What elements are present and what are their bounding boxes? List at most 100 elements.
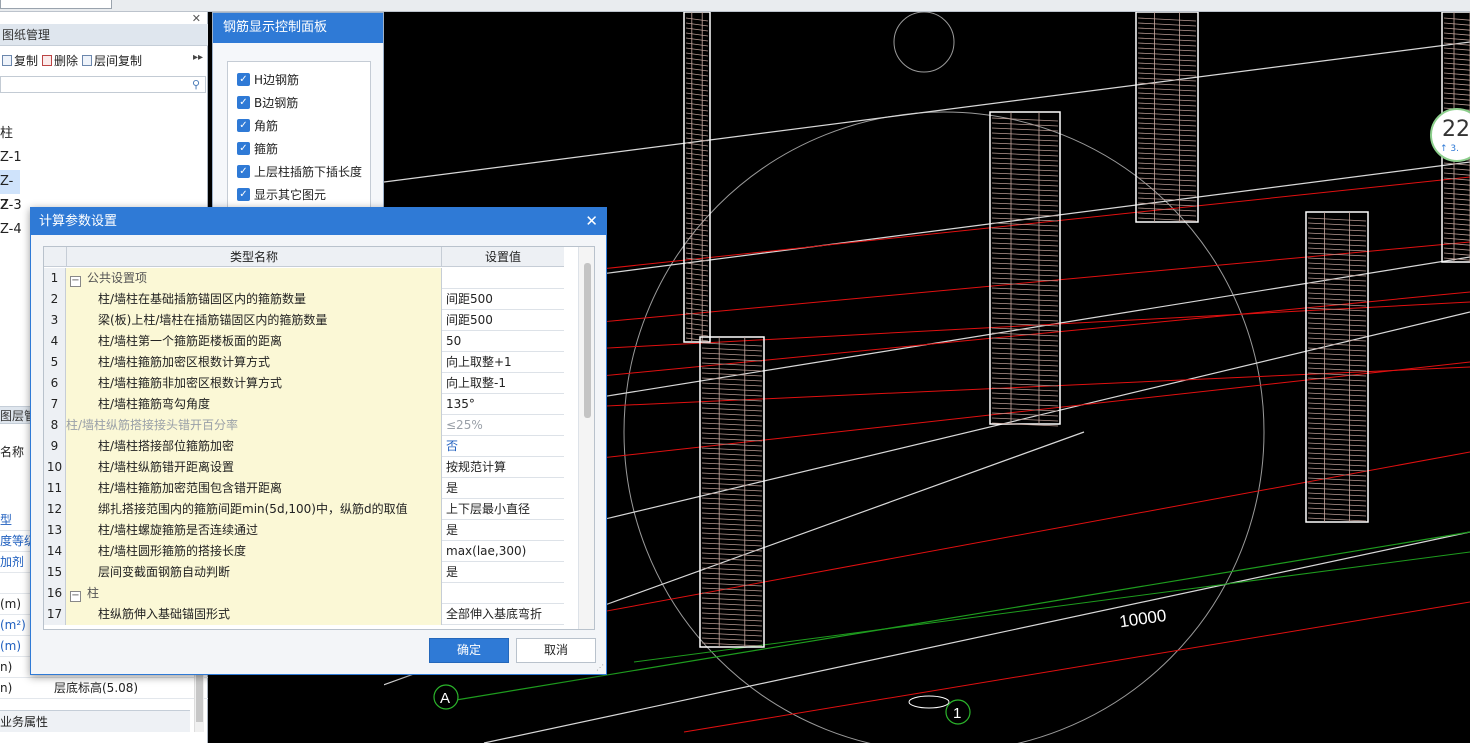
row-value[interactable]: 间距500 <box>442 310 564 331</box>
row-value[interactable]: 否 <box>442 436 564 457</box>
property-value[interactable]: 层底标高(5.08) <box>54 678 138 699</box>
table-row[interactable]: 16− 柱 <box>44 583 564 604</box>
table-row[interactable]: 17 柱纵筋伸入基础锚固形式 全部伸入基底弯折 <box>44 604 564 625</box>
stirrup-line <box>685 182 709 187</box>
search-icon[interactable]: ⚲ <box>192 78 200 91</box>
component-combo[interactable] <box>0 0 112 9</box>
checkbox-checked-icon[interactable]: ✓ <box>237 96 250 109</box>
row-name-text: 柱/墙柱箍筋加密范围包含错开距离 <box>98 481 283 495</box>
table-row[interactable]: 2 柱/墙柱在基础插筋锚固区内的箍筋数量 间距500 <box>44 289 564 310</box>
table-row[interactable]: 5 柱/墙柱箍筋加密区根数计算方式 向上取整+1 <box>44 352 564 373</box>
table-scrollbar[interactable] <box>578 247 594 629</box>
table-row[interactable]: 8 柱/墙柱纵筋搭接接头错开百分率 ≤25% <box>44 415 564 436</box>
stirrup-line <box>1443 217 1470 221</box>
collapse-icon[interactable]: − <box>70 276 81 287</box>
stirrup-line <box>685 82 709 87</box>
rebar-option-checkbox[interactable]: ✓ 显示其它图元 <box>237 186 326 203</box>
checkbox-checked-icon[interactable]: ✓ <box>237 188 250 201</box>
stirrup-line <box>685 152 709 157</box>
stirrup-line <box>685 207 709 212</box>
ok-button[interactable]: 确定 <box>429 638 509 663</box>
resize-grip-icon[interactable]: ⋰ <box>596 663 604 672</box>
row-value[interactable]: 向上取整-1 <box>442 373 564 394</box>
stirrup-line <box>1443 47 1470 51</box>
floor-copy-button[interactable]: 层间复制 <box>82 52 142 69</box>
checkbox-checked-icon[interactable]: ✓ <box>237 119 250 132</box>
more-icon[interactable]: ▸▸ <box>193 52 203 63</box>
stirrup-line <box>685 317 709 322</box>
table-row[interactable]: 15 层间变截面钢筋自动判断 是 <box>44 562 564 583</box>
stirrup-line <box>1307 417 1367 422</box>
row-value[interactable]: 是 <box>442 520 564 541</box>
stirrup-line <box>685 262 709 267</box>
checkbox-checked-icon[interactable]: ✓ <box>237 73 250 86</box>
collapse-icon[interactable]: − <box>70 591 81 602</box>
stirrup-line <box>685 67 709 72</box>
search-input[interactable]: ⚲ <box>0 76 206 93</box>
view-circle <box>893 12 955 73</box>
table-row[interactable]: 10 柱/墙柱纵筋错开距离设置 按规范计算 <box>44 457 564 478</box>
row-name-text: 公共设置项 <box>87 271 148 285</box>
checkbox-checked-icon[interactable]: ✓ <box>237 165 250 178</box>
row-value[interactable]: 全部伸入基底弯折 <box>442 604 564 625</box>
stirrup-line <box>685 287 709 292</box>
stirrup-line <box>1307 362 1367 367</box>
rebar-option-checkbox[interactable]: ✓ 角筋 <box>237 117 278 134</box>
table-row[interactable]: 13 柱/墙柱螺旋箍筋是否连续通过 是 <box>44 520 564 541</box>
row-value[interactable]: 间距500 <box>442 289 564 310</box>
table-row[interactable]: 3 梁(板)上柱/墙柱在插筋锚固区内的箍筋数量 间距500 <box>44 310 564 331</box>
row-value[interactable]: 是 <box>442 478 564 499</box>
row-name: 柱/墙柱箍筋非加密区根数计算方式 <box>66 373 442 394</box>
row-number: 7 <box>44 394 66 415</box>
row-value[interactable]: 上下层最小直径 <box>442 499 564 520</box>
stirrup-line <box>991 122 1059 127</box>
table-row[interactable]: 4 柱/墙柱第一个箍筋距楼板面的距离 50 <box>44 331 564 352</box>
close-icon[interactable]: ✕ <box>585 208 598 235</box>
table-row[interactable]: 9 柱/墙柱搭接部位箍筋加密 否 <box>44 436 564 457</box>
delete-button[interactable]: 删除 <box>42 52 78 69</box>
drawing-management-header[interactable]: 图纸管理 <box>0 24 208 46</box>
table-row[interactable]: 1− 公共设置项 <box>44 268 564 289</box>
table-scrollbar-thumb[interactable] <box>584 263 591 418</box>
row-value[interactable]: max(lae,300) <box>442 541 564 562</box>
rebar-option-checkbox[interactable]: ✓ H边钢筋 <box>237 71 299 88</box>
row-number: 16 <box>44 583 66 604</box>
column-z1 <box>683 12 711 343</box>
tree-item[interactable]: Z-2 <box>0 170 20 213</box>
tree-item[interactable]: 柱 <box>0 122 208 146</box>
row-value[interactable]: 50 <box>442 331 564 352</box>
rebar-option-checkbox[interactable]: ✓ B边钢筋 <box>237 94 298 111</box>
tree-item[interactable]: Z-1 <box>0 146 208 170</box>
row-value[interactable]: 135° <box>442 394 564 415</box>
row-value[interactable]: ≤25% <box>442 415 564 436</box>
table-row[interactable]: 6 柱/墙柱箍筋非加密区根数计算方式 向上取整-1 <box>44 373 564 394</box>
row-value[interactable] <box>442 583 564 604</box>
property-row[interactable]: n) 层底标高(5.08) <box>0 678 208 699</box>
rebar-option-checkbox[interactable]: ✓ 上层柱插筋下插长度 <box>237 163 362 180</box>
table-row[interactable]: 14 柱/墙柱圆形箍筋的搭接长度 max(lae,300) <box>44 541 564 562</box>
stirrup-line <box>991 167 1059 172</box>
table-row[interactable]: 11 柱/墙柱箍筋加密范围包含错开距离 是 <box>44 478 564 499</box>
cancel-button[interactable]: 取消 <box>516 638 596 663</box>
stirrup-line <box>1307 292 1367 297</box>
stirrup-line <box>1443 97 1470 101</box>
business-attributes-header[interactable]: 业务属性 <box>0 710 190 732</box>
row-value[interactable] <box>442 268 564 289</box>
row-value[interactable]: 向上取整+1 <box>442 352 564 373</box>
row-value[interactable]: 是 <box>442 562 564 583</box>
table-header: 类型名称 设置值 <box>44 247 564 267</box>
stirrup-line <box>701 342 763 347</box>
stirrup-line <box>685 247 709 252</box>
table-row[interactable]: 7 柱/墙柱箍筋弯勾角度 135° <box>44 394 564 415</box>
dialog-title-bar: 计算参数设置 ✕ <box>31 208 606 235</box>
rebar-option-checkbox[interactable]: ✓ 箍筋 <box>237 140 278 157</box>
stirrup-line <box>701 497 763 502</box>
param-table: 类型名称 设置值 1− 公共设置项 2 柱/墙柱在基础插筋锚固区内的箍筋数量 间距500… <box>43 246 595 630</box>
table-row[interactable]: 12 绑扎搭接范围内的箍筋间距min(5d,100)中，纵筋d的取值 上下层最小直径 <box>44 499 564 520</box>
checkbox-checked-icon[interactable]: ✓ <box>237 142 250 155</box>
copy-button[interactable]: 复制 <box>2 52 38 69</box>
row-name-text: 柱/墙柱在基础插筋锚固区内的箍筋数量 <box>98 292 307 306</box>
stirrup-line <box>1443 182 1470 186</box>
stirrup-line <box>991 387 1059 392</box>
row-value[interactable]: 按规范计算 <box>442 457 564 478</box>
